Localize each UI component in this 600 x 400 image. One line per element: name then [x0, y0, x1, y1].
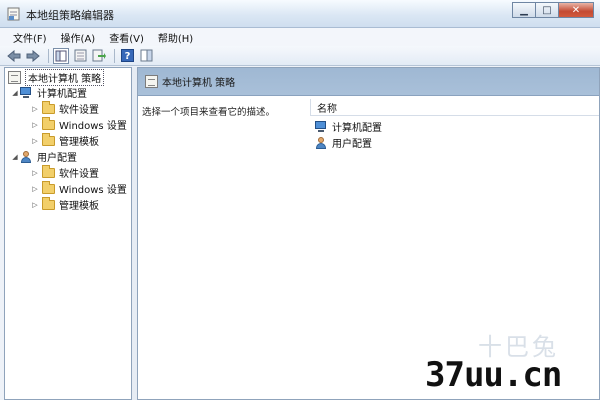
collapse-arrow-icon[interactable]: ◢ [11, 89, 19, 97]
tree-item-user-admin-templates[interactable]: ▷ 管理模板 [31, 196, 99, 212]
expand-arrow-icon[interactable]: ▷ [31, 105, 39, 113]
folder-icon [42, 132, 55, 146]
tree-item-computer-software[interactable]: ▷ 软件设置 [31, 100, 99, 116]
toolbar-separator [48, 48, 49, 63]
show-hide-tree-icon[interactable] [53, 47, 69, 64]
folder-icon [42, 196, 55, 210]
computer-icon [20, 87, 33, 98]
policy-app-icon [7, 7, 20, 21]
forward-arrow-icon[interactable] [25, 48, 41, 64]
tree-item-label: 用户配置 [37, 153, 77, 164]
expand-arrow-icon[interactable]: ▷ [31, 201, 39, 209]
menu-file[interactable]: 文件(F) [6, 30, 54, 45]
tree-item-user-windows[interactable]: ▷ Windows 设置 [31, 180, 127, 196]
properties-icon[interactable] [72, 48, 88, 64]
user-icon [20, 150, 33, 163]
tree-item-label: 软件设置 [59, 105, 99, 116]
tree-item-user-software[interactable]: ▷ 软件设置 [31, 164, 99, 180]
list-item-computer-config[interactable]: 计算机配置 [314, 119, 382, 134]
menu-bar: 文件(F) 操作(A) 查看(V) 帮助(H) [0, 28, 600, 46]
details-title: 本地计算机 策略 [162, 78, 236, 89]
folder-icon [42, 100, 55, 114]
watermark-site: 37uu.cn [425, 355, 562, 395]
tree-item-label: 管理模板 [59, 137, 99, 148]
list-item-user-config[interactable]: 用户配置 [314, 135, 372, 150]
menu-help[interactable]: 帮助(H) [151, 30, 200, 45]
title-bar[interactable]: 本地组策略编辑器 ▁ □ ✕ [0, 0, 600, 28]
folder-icon [42, 180, 55, 194]
tree-item-label: Windows 设置 [59, 121, 127, 132]
tree-root-label: 本地计算机 策略 [25, 69, 105, 86]
column-header-label: 名称 [317, 103, 337, 115]
list-item-label: 计算机配置 [332, 123, 382, 134]
console-tree: 本地计算机 策略 ◢ 计算机配置 ▷ 软件设置 ▷ Windows 设置 ▷ 管… [4, 67, 132, 400]
maximize-button[interactable]: □ [535, 2, 558, 18]
tree-item-label: 软件设置 [59, 169, 99, 180]
folder-icon [42, 116, 55, 130]
menu-action[interactable]: 操作(A) [54, 30, 103, 45]
tree-item-label: Windows 设置 [59, 185, 127, 196]
minimize-button[interactable]: ▁ [512, 2, 535, 18]
folder-icon [42, 164, 55, 178]
tree-item-computer-config[interactable]: ◢ 计算机配置 [11, 85, 87, 100]
collapse-arrow-icon[interactable]: ◢ [11, 153, 19, 161]
maximize-icon: □ [542, 4, 552, 16]
expand-arrow-icon[interactable]: ▷ [31, 169, 39, 177]
expand-arrow-icon[interactable]: ▷ [31, 185, 39, 193]
window-controls: ▁ □ ✕ [512, 2, 594, 18]
tree-item-label: 管理模板 [59, 201, 99, 212]
gpedit-window: 本地组策略编辑器 ▁ □ ✕ 文件(F) 操作(A) 查看(V) 帮助(H) ?… [0, 0, 600, 400]
details-header: 本地计算机 策略 [138, 68, 599, 96]
toolbar-separator [114, 48, 115, 63]
list-item-label: 用户配置 [332, 139, 372, 150]
minimize-icon: ▁ [520, 4, 528, 16]
policy-icon [8, 71, 21, 84]
policy-icon [145, 75, 158, 88]
back-arrow-icon[interactable] [6, 48, 22, 64]
expand-arrow-icon[interactable]: ▷ [31, 121, 39, 129]
tree-item-user-config[interactable]: ◢ 用户配置 [11, 149, 77, 164]
menu-view[interactable]: 查看(V) [102, 30, 151, 45]
description-text: 选择一个项目来查看它的描述。 [142, 107, 276, 118]
tree-item-computer-admin-templates[interactable]: ▷ 管理模板 [31, 132, 99, 148]
tree-root[interactable]: 本地计算机 策略 [8, 69, 105, 86]
column-header-name[interactable]: 名称 [310, 99, 599, 116]
svg-text:?: ? [124, 51, 130, 62]
export-list-icon[interactable] [91, 48, 107, 64]
close-button[interactable]: ✕ [558, 2, 594, 18]
tree-item-label: 计算机配置 [37, 89, 87, 100]
expand-arrow-icon[interactable]: ▷ [31, 137, 39, 145]
tree-item-computer-windows[interactable]: ▷ Windows 设置 [31, 116, 127, 132]
computer-icon [315, 121, 328, 132]
toolbar: ? [0, 46, 600, 66]
user-icon [315, 136, 328, 149]
help-icon[interactable]: ? [119, 48, 135, 64]
close-icon: ✕ [571, 4, 581, 16]
action-pane-icon[interactable] [138, 48, 154, 64]
window-title: 本地组策略编辑器 [26, 9, 114, 22]
